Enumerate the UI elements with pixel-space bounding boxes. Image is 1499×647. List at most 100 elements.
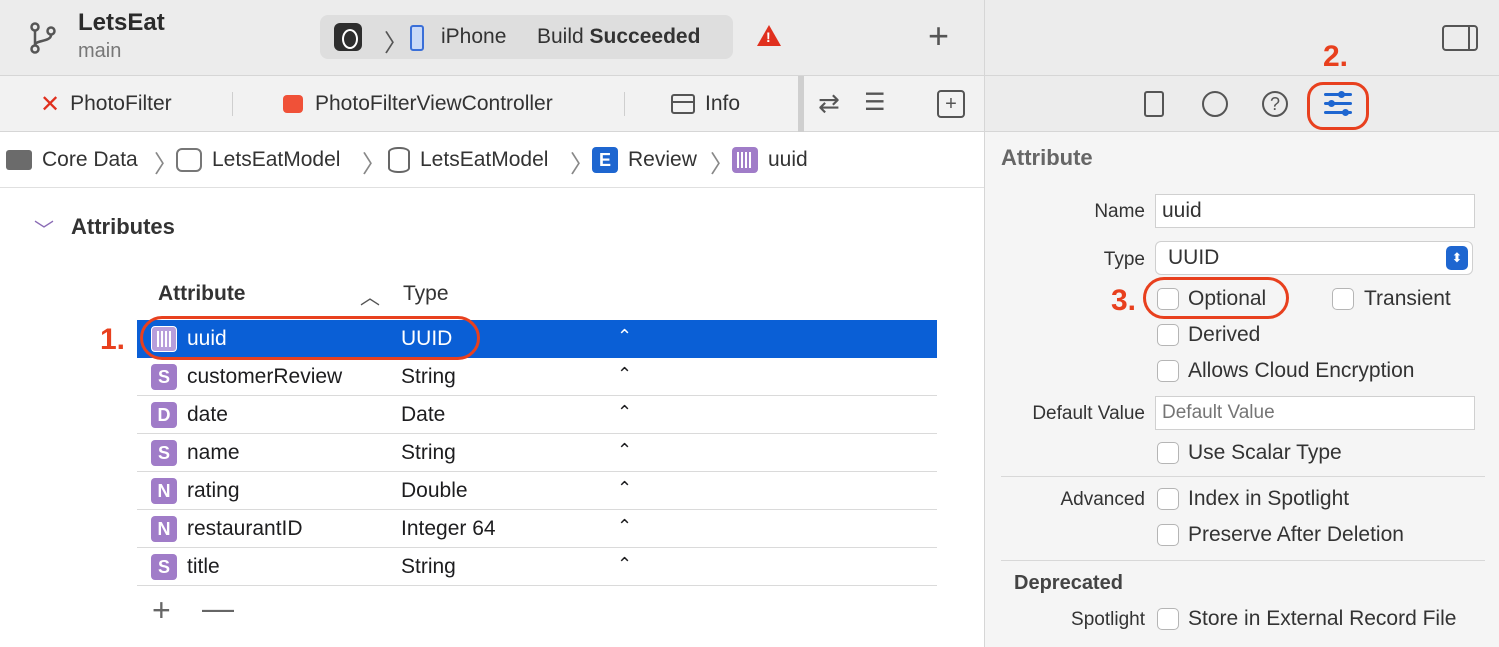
device-icon[interactable]	[410, 25, 424, 51]
tab-info[interactable]: Info	[671, 76, 740, 132]
scalar-type-label[interactable]: Use Scalar Type	[1188, 441, 1342, 465]
section-title[interactable]: Attributes	[71, 214, 175, 240]
branch-icon[interactable]	[30, 22, 56, 54]
optional-checkbox[interactable]	[1157, 288, 1179, 310]
cloud-encryption-checkbox[interactable]	[1157, 360, 1179, 382]
advanced-label: Advanced	[1060, 489, 1145, 510]
inspector-title: Attribute	[1001, 145, 1093, 170]
derived-label[interactable]: Derived	[1188, 323, 1260, 347]
preserve-deletion-checkbox[interactable]	[1157, 524, 1179, 546]
column-header-type[interactable]: Type	[403, 282, 449, 306]
scalar-type-checkbox[interactable]	[1157, 442, 1179, 464]
breadcrumb-label: Core Data	[42, 148, 138, 171]
table-row[interactable]: S customerReview String ⌃	[137, 358, 937, 396]
branch-name[interactable]: main	[78, 40, 121, 63]
type-popup-arrows-icon[interactable]: ⌃	[617, 478, 632, 499]
app-scheme-icon[interactable]	[334, 23, 362, 51]
sort-ascending-icon[interactable]: ︿	[360, 281, 380, 310]
attribute-name[interactable]: rating	[187, 479, 240, 503]
divider	[1001, 560, 1485, 561]
cloud-encryption-label[interactable]: Allows Cloud Encryption	[1188, 359, 1414, 383]
type-popup-arrows-icon[interactable]: ⌃	[617, 516, 632, 537]
transient-label[interactable]: Transient	[1364, 287, 1451, 311]
type-popup-arrows-icon[interactable]: ⌃	[617, 326, 632, 347]
string-type-icon: S	[151, 364, 177, 390]
tab-divider	[624, 92, 625, 116]
warning-icon[interactable]: !	[757, 25, 781, 46]
breadcrumb-label: LetsEatModel	[420, 148, 549, 171]
swift-icon	[283, 95, 303, 113]
entity-icon: E	[592, 147, 618, 173]
type-select[interactable]: UUID ⬍	[1155, 241, 1473, 275]
index-spotlight-label[interactable]: Index in Spotlight	[1188, 487, 1349, 511]
tab-photofilterviewcontroller[interactable]: PhotoFilterViewController	[283, 76, 553, 132]
breadcrumb-label: Review	[628, 148, 697, 171]
annotation-step-1: 1.	[100, 323, 126, 356]
attribute-name[interactable]: restaurantID	[187, 517, 303, 541]
project-name[interactable]: LetsEat	[78, 9, 165, 37]
preserve-deletion-label[interactable]: Preserve After Deletion	[1188, 523, 1404, 547]
type-popup-arrows-icon[interactable]: ⌃	[617, 364, 632, 385]
attribute-name[interactable]: customerReview	[187, 365, 342, 389]
external-record-checkbox[interactable]	[1157, 608, 1179, 630]
type-popup-arrows-icon[interactable]: ⌃	[617, 554, 632, 575]
chevron-right-icon: 〉	[384, 30, 408, 57]
attribute-type[interactable]: Integer 64	[401, 517, 496, 541]
external-record-label[interactable]: Store in External Record File	[1188, 607, 1456, 631]
attribute-type[interactable]: String	[401, 441, 456, 465]
chevron-right-icon: 〉	[710, 151, 734, 178]
device-name[interactable]: iPhone	[441, 25, 506, 49]
string-type-icon: S	[151, 554, 177, 580]
history-inspector-icon[interactable]	[1202, 91, 1228, 117]
breadcrumb-model-group[interactable]: LetsEatModel	[176, 146, 340, 174]
breadcrumb-model-version[interactable]: LetsEatModel	[388, 146, 548, 174]
add-icon[interactable]: +	[928, 18, 949, 54]
chevron-down-icon[interactable]: ﹀	[34, 214, 54, 243]
folder-icon	[6, 150, 32, 170]
table-row[interactable]: S title String ⌃	[137, 548, 937, 586]
window-toolbar: LetsEat main 〉 iPhone Build Succeeded ! …	[0, 0, 984, 76]
attribute-type[interactable]: String	[401, 555, 456, 579]
string-type-icon: S	[151, 440, 177, 466]
breadcrumb-attribute-uuid[interactable]: uuid	[732, 146, 808, 174]
file-inspector-icon[interactable]	[1144, 91, 1164, 117]
attribute-name[interactable]: title	[187, 555, 220, 579]
tab-photofilter[interactable]: ✕ PhotoFilter	[40, 76, 172, 132]
sidebar-toggle-icon[interactable]	[1442, 25, 1478, 51]
scheme-selector[interactable]: 〉 iPhone Build Succeeded	[320, 15, 733, 59]
build-status: Build Succeeded	[537, 25, 700, 49]
attribute-name[interactable]: date	[187, 403, 228, 427]
barcode-icon	[732, 147, 758, 173]
add-attribute-button[interactable]: +	[152, 592, 171, 629]
attribute-type[interactable]: String	[401, 365, 456, 389]
remove-attribute-button[interactable]: —	[202, 590, 234, 627]
transient-checkbox[interactable]	[1332, 288, 1354, 310]
breadcrumb-entity-review[interactable]: E Review	[592, 146, 697, 174]
attribute-type[interactable]: Double	[401, 479, 468, 503]
tab-scroll-handle[interactable]	[798, 76, 804, 132]
inspector-tabs: ? 2.	[985, 40, 1499, 132]
spotlight-label: Spotlight	[1071, 609, 1145, 630]
editor-options-icon[interactable]: ☰	[864, 88, 886, 117]
derived-checkbox[interactable]	[1157, 324, 1179, 346]
breadcrumb-label: LetsEatModel	[212, 148, 341, 171]
breadcrumb-core-data[interactable]: Core Data	[6, 146, 138, 174]
index-spotlight-checkbox[interactable]	[1157, 488, 1179, 510]
default-value-input[interactable]	[1155, 396, 1475, 430]
table-row[interactable]: N rating Double ⌃	[137, 472, 937, 510]
table-row[interactable]: D date Date ⌃	[137, 396, 937, 434]
help-inspector-icon[interactable]: ?	[1262, 91, 1288, 117]
name-field[interactable]: uuid	[1155, 194, 1475, 228]
database-icon	[388, 147, 410, 173]
type-popup-arrows-icon[interactable]: ⌃	[617, 402, 632, 423]
add-editor-icon[interactable]: +	[937, 90, 965, 118]
date-type-icon: D	[151, 402, 177, 428]
table-row[interactable]: N restaurantID Integer 64 ⌃	[137, 510, 937, 548]
type-popup-arrows-icon[interactable]: ⌃	[617, 440, 632, 461]
optional-label[interactable]: Optional	[1188, 287, 1266, 311]
column-header-attribute[interactable]: Attribute	[158, 282, 246, 306]
attribute-name[interactable]: name	[187, 441, 240, 465]
table-row[interactable]: S name String ⌃	[137, 434, 937, 472]
attribute-type[interactable]: Date	[401, 403, 445, 427]
swap-arrows-icon[interactable]: ⇄	[818, 88, 840, 119]
